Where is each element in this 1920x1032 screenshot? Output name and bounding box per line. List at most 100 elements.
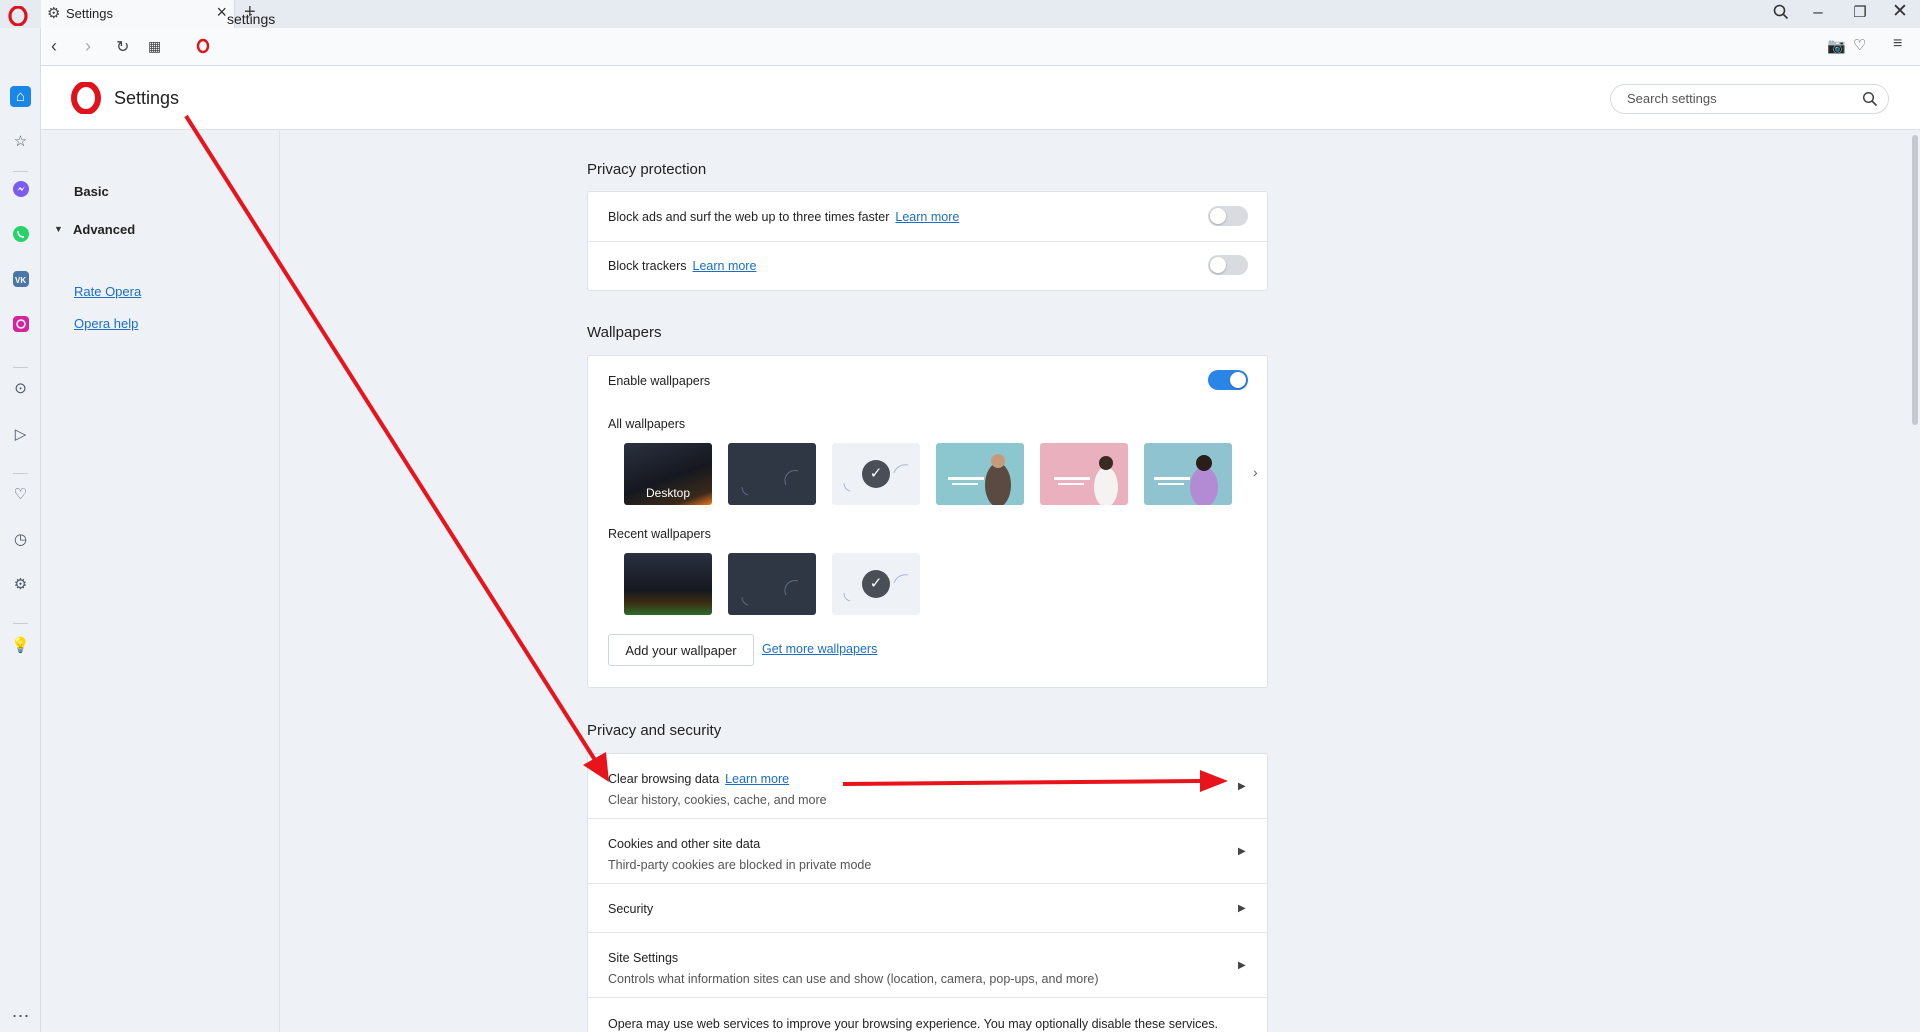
settings-header: Settings [41,66,1920,130]
sidebar-divider [13,171,28,172]
clear-browsing-data-sub: Clear history, cookies, cache, and more [608,793,827,807]
cookies-row[interactable]: Cookies and other site data Third-party … [588,819,1267,883]
tab-bar: ⚙ Settings × + – ❐ ✕ [0,0,1920,28]
all-wallpapers-label: All wallpapers [608,417,686,431]
wallpaper-thumb-pink[interactable] [1040,443,1128,505]
scrollbar-thumb[interactable] [1912,135,1918,425]
wallpaper-thumb-light[interactable]: ✓ [832,443,920,505]
opera-logo-icon [71,82,101,114]
block-ads-label: Block ads and surf the web up to three t… [608,210,890,224]
nav-advanced[interactable]: Advanced [73,222,135,237]
site-settings-row[interactable]: Site Settings Controls what information … [588,933,1267,997]
sidebar-divider [13,623,28,624]
wallpaper-thumb-desktop[interactable]: Desktop [624,443,712,505]
site-settings-title: Site Settings [608,951,679,965]
minimize-button[interactable]: – [1803,2,1833,22]
wallpaper-thumb-teal[interactable] [936,443,1024,505]
enable-wallpapers-label: Enable wallpapers [608,374,711,388]
speed-dial-icon[interactable]: ▦ [148,38,161,55]
wallpapers-card: Enable wallpapers All wallpapers Desktop… [587,355,1268,688]
reload-button[interactable]: ↻ [116,37,129,57]
whatsapp-icon[interactable] [10,223,31,244]
privacy-protection-card: Block ads and surf the web up to three t… [587,191,1268,291]
block-ads-row: Block ads and surf the web up to three t… [608,210,959,224]
desktop-label: Desktop [645,486,691,500]
heart-icon[interactable]: ♡ [1853,36,1866,54]
rate-opera-link[interactable]: Rate Opera [74,284,141,299]
heart-icon[interactable]: ♡ [10,483,31,504]
block-trackers-toggle[interactable] [1208,255,1248,275]
search-icon[interactable] [1862,91,1878,107]
recent-wallpaper-thumb-light[interactable]: ✓ [832,553,920,615]
close-window-button[interactable]: ✕ [1885,0,1915,23]
home-icon[interactable]: ⌂ [10,86,31,107]
opera-help-link[interactable]: Opera help [74,316,138,331]
recent-wallpaper-thumb-dark[interactable] [728,553,816,615]
send-icon[interactable]: ▷ [10,423,31,444]
star-icon[interactable]: ☆ [10,130,31,151]
vk-icon[interactable]: VK [10,268,31,289]
caret-right-icon: ▶ [1238,903,1246,914]
block-trackers-label: Block trackers [608,259,687,273]
address-bar: ‹ › ↻ ▦ [41,28,1920,66]
back-button[interactable]: ‹ [51,36,57,57]
block-ads-toggle[interactable] [1208,206,1248,226]
lightbulb-icon[interactable]: 💡 [10,634,31,655]
camera-icon[interactable]: 📷 [1827,37,1846,55]
recent-wallpapers-label: Recent wallpapers [608,527,711,541]
caret-right-icon: ▶ [1238,781,1246,792]
row-divider [588,997,1267,998]
get-more-wallpapers-link[interactable]: Get more wallpapers [762,642,877,656]
section-title-wallpapers: Wallpapers [587,324,662,341]
security-title: Security [608,902,654,916]
easy-setup-icon[interactable]: ≡ [1893,35,1902,53]
wallpaper-thumb-blue[interactable] [1144,443,1232,505]
settings-nav: Basic ▼ Advanced Rate Opera Opera help [41,131,280,1032]
url-field[interactable]: settings [227,11,275,27]
block-trackers-row: Block trackers Learn more [608,259,756,273]
web-services-text: Opera may use web services to improve yo… [608,1017,1219,1031]
section-title-privacy-security: Privacy and security [587,722,722,739]
selected-check-icon: ✓ [862,460,890,488]
site-settings-sub: Controls what information sites can use … [608,972,1099,986]
security-row[interactable]: Security ▶ [588,884,1267,932]
clear-browsing-data-title: Clear browsing data [608,772,720,786]
opera-menu-icon[interactable] [8,6,28,26]
caret-right-icon: ▶ [1238,846,1246,857]
recent-wallpaper-thumb-night[interactable] [624,553,712,615]
chevron-right-icon[interactable]: › [1253,464,1258,480]
wallpaper-thumb-dark[interactable] [728,443,816,505]
block-ads-learn-more[interactable]: Learn more [895,210,959,224]
forward-button[interactable]: › [85,36,91,57]
row-divider [588,241,1267,242]
block-trackers-learn-more[interactable]: Learn more [693,259,757,273]
restore-button[interactable]: ❐ [1845,3,1875,21]
history-icon[interactable]: ◷ [10,528,31,549]
selected-check-icon: ✓ [862,570,890,598]
search-box[interactable] [1610,84,1889,114]
cookies-sub: Third-party cookies are blocked in priva… [608,858,872,872]
gear-icon[interactable]: ⚙ [10,573,31,594]
cookies-title: Cookies and other site data [608,837,761,851]
search-tabs-icon[interactable] [1772,3,1790,21]
messenger-icon[interactable] [10,178,31,199]
enable-wallpapers-toggle[interactable] [1208,370,1248,390]
triangle-down-icon: ▼ [54,224,63,234]
close-tab-icon[interactable]: × [216,2,227,23]
nav-basic[interactable]: Basic [74,184,109,199]
clear-browsing-learn-more[interactable]: Learn more [725,772,789,786]
clear-browsing-data-row[interactable]: Clear browsing data Learn more Clear hist… [588,754,1267,818]
opera-site-icon [196,38,210,54]
add-wallpaper-button[interactable]: Add your wallpaper [608,634,754,666]
search-input[interactable] [1627,91,1847,106]
player-icon[interactable]: ⊙ [10,377,31,398]
more-icon[interactable]: ⋯ [10,1006,31,1027]
svg-text:VK: VK [15,276,26,285]
page-title: Settings [114,88,180,108]
tab-settings[interactable]: ⚙ Settings × [41,0,235,28]
section-title-privacy-protection: Privacy protection [587,161,707,178]
gear-icon: ⚙ [47,5,61,22]
instagram-icon[interactable] [10,313,31,334]
caret-right-icon: ▶ [1238,960,1246,971]
scrollbar[interactable] [1910,131,1920,1032]
